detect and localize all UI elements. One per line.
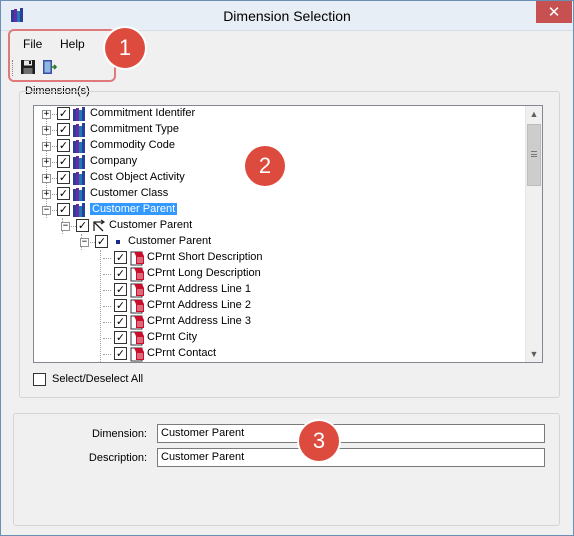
expand-icon[interactable]: +: [42, 158, 51, 167]
tree-checkbox[interactable]: ✓: [114, 347, 127, 360]
tree-checkbox[interactable]: ✓: [57, 203, 70, 216]
tree-row-label: Customer Parent: [109, 219, 193, 231]
tree-row-label: CPrnt Address Line 3: [147, 315, 251, 327]
expand-icon[interactable]: +: [42, 126, 51, 135]
tree-connector: [103, 354, 111, 355]
tree-row-label: CPrnt Address Line 1: [147, 283, 251, 295]
select-all-checkbox[interactable]: [33, 373, 46, 386]
scroll-grip-icon: [531, 151, 537, 157]
tree-checkbox[interactable]: ✓: [114, 331, 127, 344]
tree-checkbox[interactable]: ✓: [57, 187, 70, 200]
tree-checkbox[interactable]: ✓: [57, 171, 70, 184]
description-field-label: Description:: [88, 452, 147, 464]
tree-connector: [103, 258, 111, 259]
tree-connector: [103, 290, 111, 291]
tree-row[interactable]: − ✓ Customer Parent: [34, 234, 524, 250]
tree-connector: [103, 322, 111, 323]
tree-checkbox[interactable]: ✓: [57, 155, 70, 168]
description-field[interactable]: Customer Parent: [157, 448, 545, 467]
tree-row-label: CPrnt City: [147, 331, 198, 343]
tree-row[interactable]: − ✓ Customer Parent: [34, 218, 524, 234]
scroll-thumb[interactable]: [527, 124, 541, 186]
tree-checkbox[interactable]: ✓: [114, 299, 127, 312]
window-title: Dimension Selection: [223, 8, 351, 24]
tree-row[interactable]: + ✓ Customer Class: [34, 186, 524, 202]
dimension-tree[interactable]: + ✓ Commitment Identifer + ✓ Commitment Type +…: [33, 105, 543, 363]
tree-row-label: CPrnt Contact: [147, 347, 217, 359]
tree-row-label: CPrnt Short Description: [147, 251, 263, 263]
callout-highlight-menu: [8, 29, 116, 82]
tree-connector: [103, 274, 111, 275]
select-all-label: Select/Deselect All: [52, 373, 144, 385]
dimension-field-label: Dimension:: [91, 428, 147, 440]
tree-row-label: Company: [90, 155, 138, 167]
close-button[interactable]: ✕: [536, 1, 572, 23]
tree-row[interactable]: ✓ CPrnt Address Line 1: [34, 282, 524, 298]
tree-row[interactable]: ✓ CPrnt Long Description: [34, 266, 524, 282]
expand-icon[interactable]: +: [42, 142, 51, 151]
collapse-icon[interactable]: −: [61, 222, 70, 231]
tree-row[interactable]: ✓ CPrnt Address Line 2: [34, 298, 524, 314]
tree-checkbox[interactable]: ✓: [114, 283, 127, 296]
dimension-selection-window: Dimension Selection ✕ File Help 1 Dimens…: [0, 0, 574, 536]
tree-row-label: Commitment Type: [90, 123, 180, 135]
tree-connector: [103, 306, 111, 307]
tree-row-label: CPrnt Long Description: [147, 267, 261, 279]
tree-checkbox[interactable]: ✓: [57, 139, 70, 152]
expand-icon[interactable]: +: [42, 190, 51, 199]
tree-row-label: Customer Parent: [128, 235, 212, 247]
tree-checkbox[interactable]: ✓: [57, 107, 70, 120]
collapse-icon[interactable]: −: [42, 206, 51, 215]
tree-row-label: Customer Class: [90, 187, 169, 199]
tree-row[interactable]: ✓ CPrnt Short Description: [34, 250, 524, 266]
tree-row-label: Commitment Identifer: [90, 107, 196, 119]
expand-icon[interactable]: +: [42, 174, 51, 183]
callout-badge-2: 2: [245, 146, 285, 186]
scroll-up-arrow-icon[interactable]: ▲: [526, 106, 542, 122]
tree-row[interactable]: + ✓ Commitment Identifer: [34, 106, 524, 122]
tree-connector: [103, 338, 111, 339]
tree-row-label: CPrnt Address Line 2: [147, 299, 251, 311]
dimension-field[interactable]: Customer Parent: [157, 424, 545, 443]
callout-badge-3: 3: [299, 421, 339, 461]
tree-scrollbar[interactable]: ▲ ▼: [525, 106, 542, 362]
tree-checkbox[interactable]: ✓: [114, 315, 127, 328]
collapse-icon[interactable]: −: [80, 238, 89, 247]
tree-checkbox[interactable]: ✓: [114, 267, 127, 280]
tree-row[interactable]: ✓ CPrnt City: [34, 330, 524, 346]
tree-row-label: Cost Object Activity: [90, 171, 185, 183]
tree-row-label: Commodity Code: [90, 139, 175, 151]
tree-checkbox[interactable]: ✓: [57, 123, 70, 136]
tree-row[interactable]: − ✓ Customer Parent: [34, 202, 524, 218]
callout-badge-1: 1: [105, 28, 145, 68]
title-bar[interactable]: Dimension Selection ✕: [1, 1, 573, 31]
tree-checkbox[interactable]: ✓: [114, 251, 127, 264]
tree-checkbox[interactable]: ✓: [76, 219, 89, 232]
tree-row[interactable]: ✓ CPrnt Address Line 3: [34, 314, 524, 330]
tree-row[interactable]: ✓ CPrnt Contact: [34, 346, 524, 362]
expand-icon[interactable]: +: [42, 110, 51, 119]
scroll-down-arrow-icon[interactable]: ▼: [526, 346, 542, 362]
tree-checkbox[interactable]: ✓: [95, 235, 108, 248]
tree-row-label: Customer Parent: [90, 203, 178, 215]
tree-row[interactable]: + ✓ Commitment Type: [34, 122, 524, 138]
